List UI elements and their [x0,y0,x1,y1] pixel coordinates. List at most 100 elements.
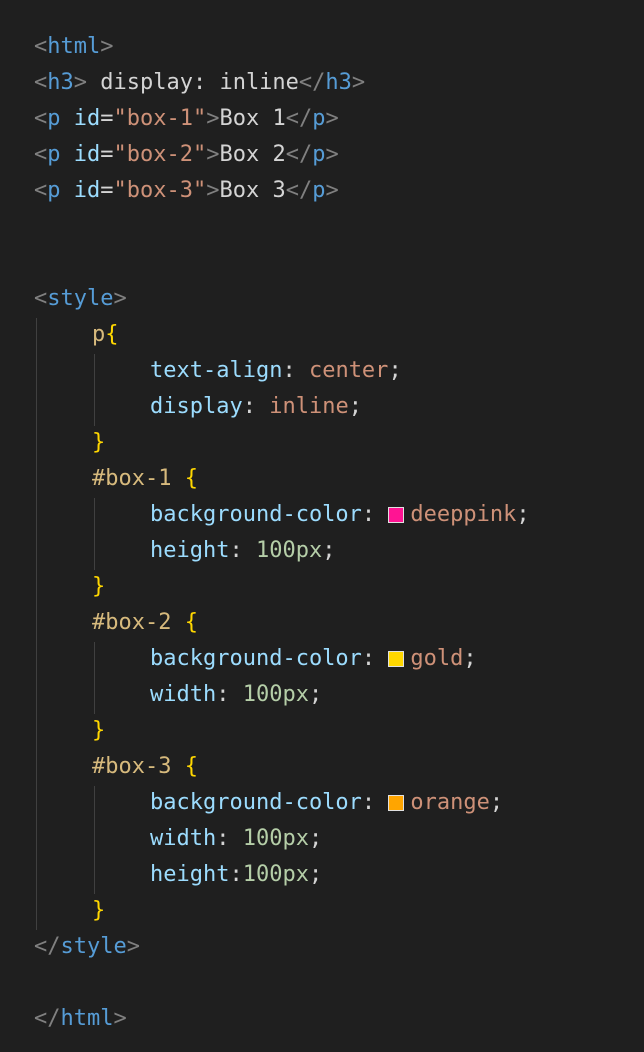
open-brace: { [184,610,198,635]
equals: = [100,106,114,131]
semicolon: ; [463,646,477,671]
deeppink-color-swatch[interactable] [388,507,405,523]
colon: : [229,538,256,563]
code-line[interactable]: } [92,425,105,461]
code-line[interactable]: } [92,893,105,929]
p-close-tag: p [312,178,326,203]
angle-bracket: < [34,106,48,131]
code-line[interactable]: width: 100px; [150,677,322,713]
text-align-property: text-align [150,358,283,383]
open-brace: { [105,322,119,347]
code-line[interactable]: p{ [92,317,119,353]
colon: : [216,826,243,851]
box-2-selector: #box-2 [92,610,185,635]
code-line[interactable]: } [92,569,105,605]
p-open-tag: p [47,106,61,131]
angle-bracket: < [34,178,48,203]
code-line[interactable]: text-align: center; [150,353,402,389]
close-brace: } [92,574,106,599]
equals: = [100,142,114,167]
p-close-tag: p [312,142,326,167]
semicolon: ; [348,394,362,419]
indent-guide-box2-rule [94,642,95,714]
semicolon: ; [308,682,323,707]
html-close-tag: html [60,1006,114,1031]
code-line[interactable]: </style> [34,929,140,965]
indent-guide-p-rule [94,354,95,426]
angle-bracket: < [34,286,48,311]
width-property: width [150,826,217,851]
colon: : [242,394,270,419]
code-line[interactable]: background-color: orange; [150,785,503,821]
angle-bracket: > [73,70,87,95]
background-color-property: background-color [150,646,362,671]
indent-guide-style [36,318,37,930]
p-close-tag: p [312,106,326,131]
width-property: width [150,682,217,707]
code-line[interactable]: #box-2 { [92,605,198,641]
code-line[interactable]: #box-1 { [92,461,198,497]
id-attribute: id [73,178,101,203]
code-editor[interactable]: <html> <h3> display: inline</h3> <p id="… [0,0,644,1052]
semicolon: ; [322,538,336,563]
display-value: inline [269,394,349,419]
code-line[interactable]: </html> [34,1001,127,1037]
p-open-tag: p [47,142,61,167]
html-open-tag: html [47,34,101,59]
angle-bracket: </ [285,106,313,131]
angle-bracket: </ [298,70,326,95]
width-value: 100px [242,826,309,851]
gold-color-swatch[interactable] [388,651,405,667]
code-line[interactable]: } [92,713,105,749]
code-line[interactable]: width: 100px; [150,821,322,857]
code-line[interactable]: #box-3 { [92,749,198,785]
id-attribute: id [73,142,101,167]
close-brace: } [92,898,106,923]
code-line[interactable]: <p id="box-1">Box 1</p> [34,101,339,137]
h3-text: display: inline [87,70,299,95]
angle-bracket: < [34,142,48,167]
height-value: 100px [255,538,323,563]
background-color-property: background-color [150,790,362,815]
colon: : [361,502,389,527]
angle-bracket: > [113,1006,127,1031]
orange-color-swatch[interactable] [388,795,405,811]
angle-bracket: </ [34,934,61,959]
id-attribute: id [73,106,101,131]
semicolon: ; [308,862,323,887]
box-1-text: Box 1 [219,106,286,131]
colon: : [282,358,309,383]
box-2-text: Box 2 [219,142,286,167]
code-line[interactable]: <style> [34,281,127,317]
code-line[interactable]: height: 100px; [150,533,335,569]
indent-guide-box1-rule [94,498,95,570]
box-3-id-value: "box-3" [113,178,207,203]
code-line[interactable]: display: inline; [150,389,362,425]
box-2-background-value: gold [410,646,464,671]
angle-bracket: > [325,142,339,167]
close-brace: } [92,718,106,743]
angle-bracket: > [100,34,114,59]
width-value: 100px [242,682,309,707]
angle-bracket: < [34,70,48,95]
code-line[interactable]: <p id="box-3">Box 3</p> [34,173,339,209]
angle-bracket: > [113,286,127,311]
box-1-background-value: deeppink [410,502,517,527]
angle-bracket: > [126,934,140,959]
equals: = [100,178,114,203]
code-line[interactable]: background-color: deeppink; [150,497,530,533]
open-brace: { [184,466,198,491]
h3-close-tag: h3 [325,70,352,95]
semicolon: ; [489,790,504,815]
box-1-selector: #box-1 [92,466,185,491]
code-line[interactable]: background-color: gold; [150,641,477,677]
code-line[interactable]: height:100px; [150,857,322,893]
semicolon: ; [388,358,402,383]
angle-bracket: < [34,34,48,59]
code-line[interactable]: <h3> display: inline</h3> [34,65,365,101]
colon: : [361,790,389,815]
code-line[interactable]: <p id="box-2">Box 2</p> [34,137,339,173]
code-line[interactable]: <html> [34,29,113,65]
